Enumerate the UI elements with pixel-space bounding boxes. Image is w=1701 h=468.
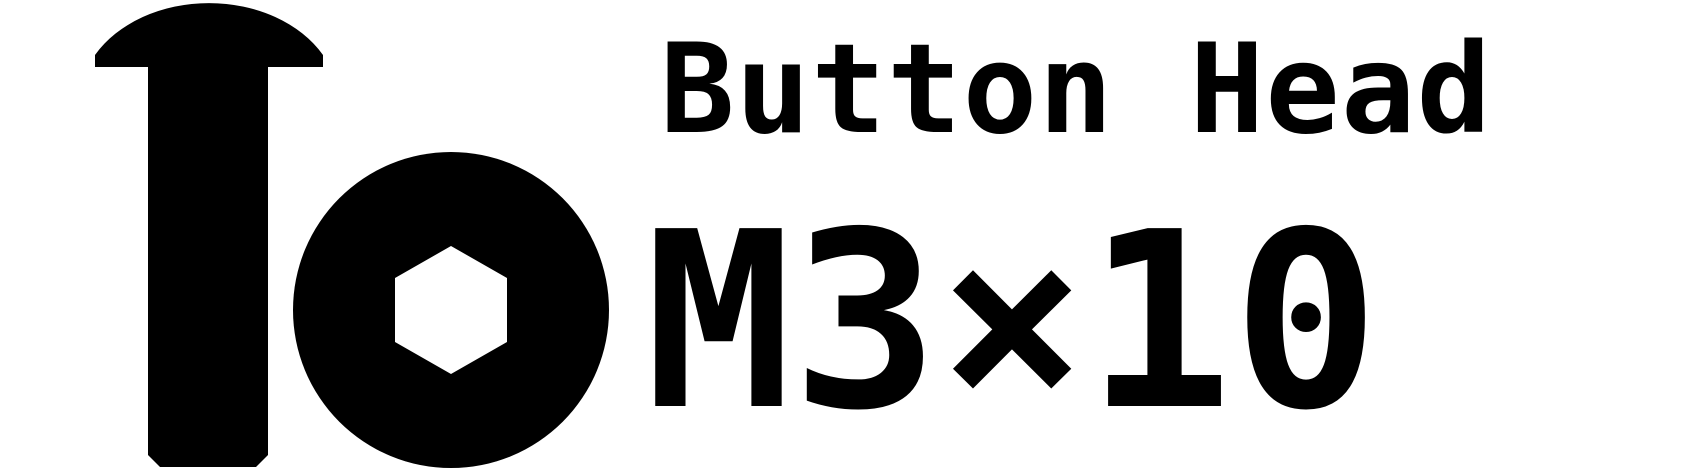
- hex-socket-icon: [293, 152, 609, 468]
- screw-size-label: M3×10: [645, 180, 1380, 464]
- head-type-label: Button Head: [660, 18, 1493, 162]
- screw-label: Button Head M3×10: [0, 0, 1701, 468]
